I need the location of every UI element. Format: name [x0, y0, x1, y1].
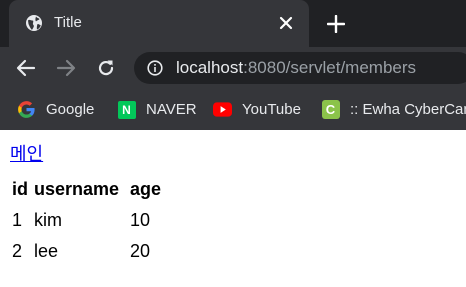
cell-age: 10 — [130, 210, 151, 230]
table-row: 1 kim 10 — [10, 205, 172, 236]
naver-icon-letter: N — [117, 100, 136, 119]
google-icon — [17, 100, 36, 119]
table-header-row: id username age — [10, 174, 172, 205]
plus-icon — [327, 15, 345, 33]
column-header-id: id — [12, 179, 28, 199]
new-tab-button[interactable] — [323, 11, 349, 37]
bookmark-label: :: Ewha CyberCam — [350, 100, 466, 118]
back-button[interactable] — [14, 56, 38, 80]
cell-age: 20 — [130, 241, 151, 261]
tab-strip: Title — [0, 0, 466, 47]
cell-username: kim — [34, 210, 62, 230]
cell-username: lee — [34, 241, 59, 261]
browser-tab[interactable]: Title — [9, 0, 309, 47]
bookmark-label: NAVER — [146, 100, 197, 118]
cell-id: 1 — [12, 210, 23, 230]
globe-icon — [25, 14, 43, 32]
column-header-username: username — [34, 179, 120, 199]
members-table: id username age 1 kim 10 2 lee 20 — [10, 174, 172, 267]
info-icon[interactable] — [147, 60, 163, 76]
ewha-icon: C — [321, 100, 340, 119]
tab-title: Title — [54, 14, 82, 31]
bookmark-naver[interactable]: N NAVER — [117, 89, 197, 130]
browser-toolbar: localhost:8080/servlet/members — [0, 47, 466, 89]
url-path: :8080/servlet/members — [243, 58, 417, 77]
arrow-left-icon — [16, 59, 36, 77]
close-icon[interactable] — [277, 14, 295, 32]
column-header-age: age — [130, 179, 162, 199]
address-bar[interactable]: localhost:8080/servlet/members — [134, 52, 466, 84]
bookmark-ewha-cybercam[interactable]: C :: Ewha CyberCam — [321, 89, 466, 130]
bookmark-youtube[interactable]: YouTube — [213, 89, 301, 130]
bookmark-google[interactable]: Google — [17, 89, 94, 130]
naver-icon: N — [117, 100, 136, 119]
arrow-right-icon — [56, 59, 76, 77]
page-content: 메인 id username age 1 kim 10 2 lee 20 — [0, 130, 466, 287]
ewha-icon-letter: C — [321, 100, 340, 119]
bookmark-label: YouTube — [242, 100, 301, 118]
youtube-icon — [213, 100, 232, 119]
reload-button[interactable] — [94, 56, 118, 80]
bookmarks-bar: Google N NAVER YouTube C :: Ewha CyberCa… — [0, 89, 466, 130]
forward-button[interactable] — [54, 56, 78, 80]
reload-icon — [98, 60, 114, 76]
url-host: localhost — [176, 58, 244, 77]
url-text: localhost:8080/servlet/members — [176, 58, 416, 78]
table-row: 2 lee 20 — [10, 236, 172, 267]
bookmark-label: Google — [46, 100, 95, 118]
cell-id: 2 — [12, 241, 23, 261]
home-link[interactable]: 메인 — [10, 144, 43, 166]
